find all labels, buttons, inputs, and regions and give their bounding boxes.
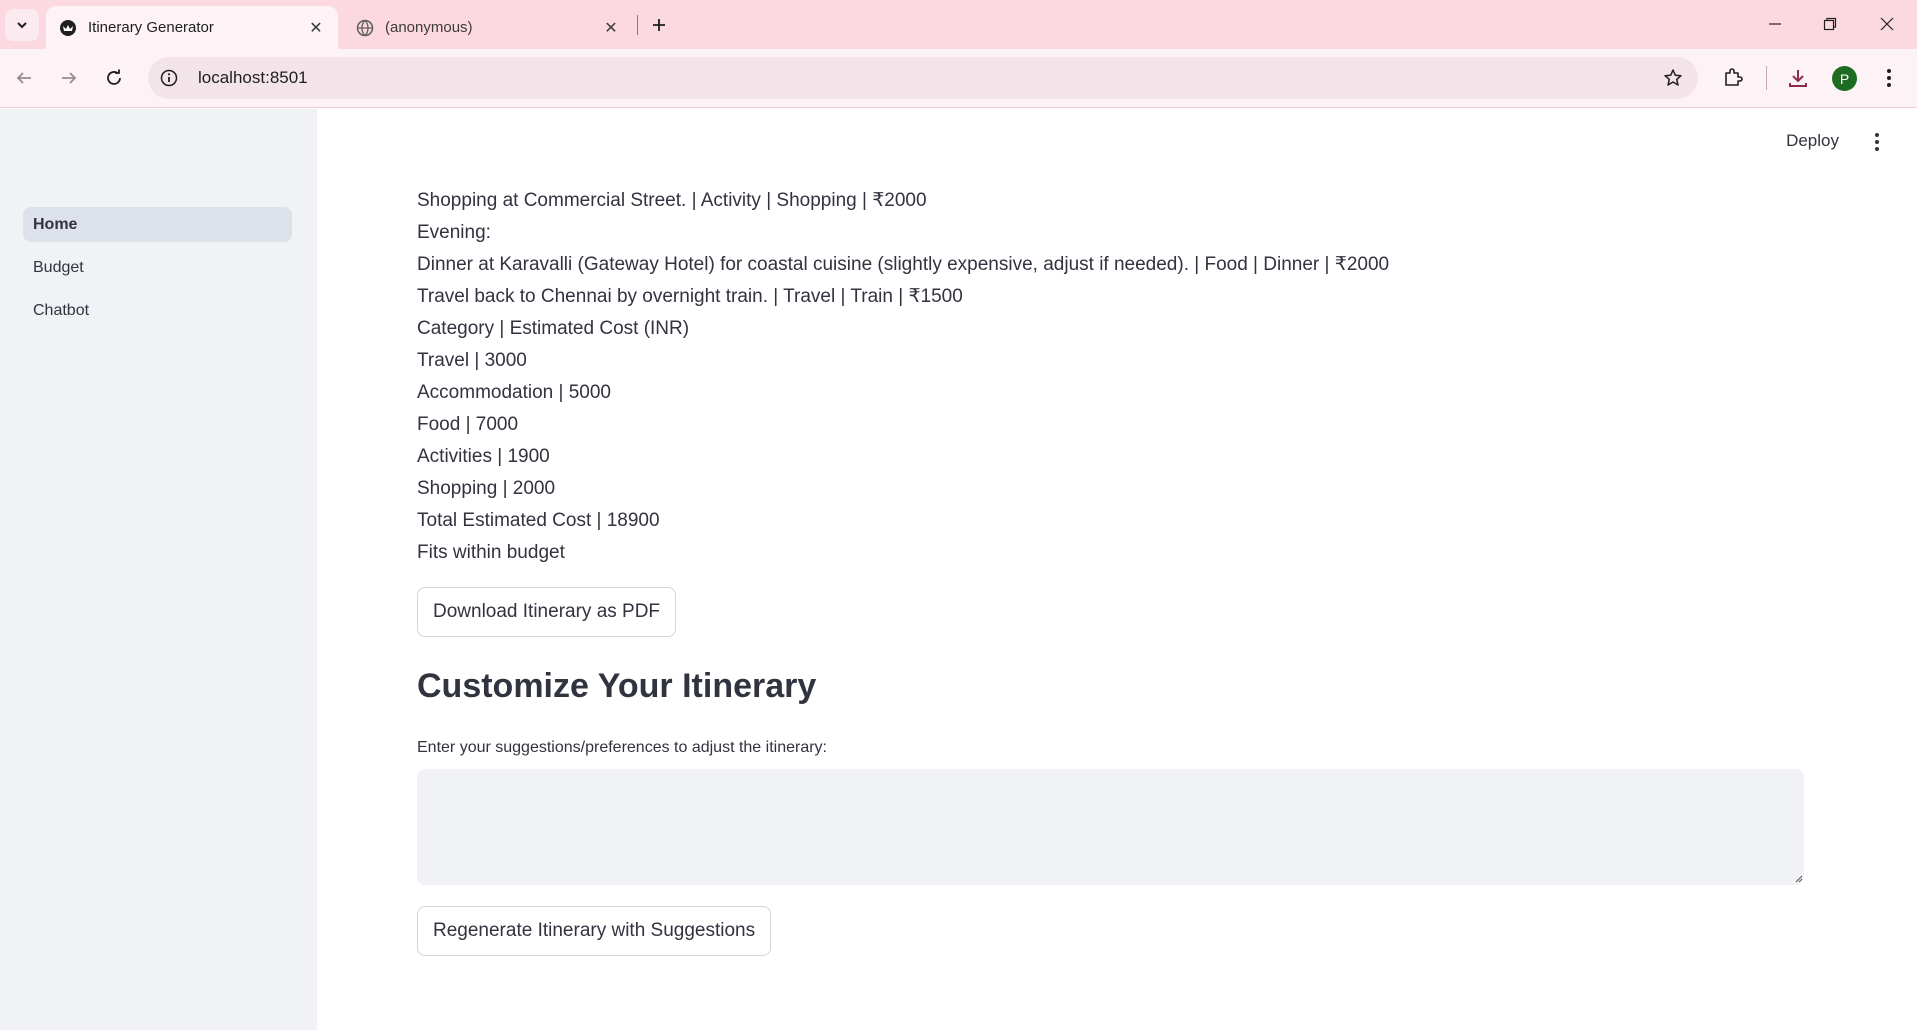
arrow-right-icon bbox=[62, 72, 77, 84]
close-tab-icon[interactable]: ✕ bbox=[599, 16, 623, 40]
extensions-button[interactable] bbox=[1716, 61, 1750, 95]
itinerary-line: Accommodation | 5000 bbox=[417, 382, 611, 403]
restore-button[interactable] bbox=[1807, 6, 1853, 42]
download-pdf-button[interactable]: Download Itinerary as PDF bbox=[417, 587, 677, 637]
tab-title: (anonymous) bbox=[385, 19, 473, 36]
tab-title: Itinerary Generator bbox=[88, 19, 214, 36]
itinerary-text: Shopping at Commercial Street. | Activit… bbox=[417, 185, 1817, 569]
sidebar-item-chatbot[interactable]: Chatbot bbox=[23, 293, 292, 328]
itinerary-line: Evening: bbox=[417, 222, 491, 243]
itinerary-line: Shopping | 2000 bbox=[417, 478, 556, 499]
bookmark-star-icon[interactable] bbox=[1660, 65, 1686, 91]
customize-heading: Customize Your Itinerary bbox=[417, 667, 817, 705]
globe-icon bbox=[355, 18, 375, 38]
more-vertical-icon bbox=[1887, 69, 1891, 87]
itinerary-line: Activities | 1900 bbox=[417, 446, 550, 467]
tab-anonymous[interactable]: (anonymous) ✕ bbox=[343, 6, 633, 49]
site-info-icon[interactable] bbox=[152, 61, 186, 95]
puzzle-icon bbox=[1725, 68, 1743, 86]
itinerary-line: Travel | 3000 bbox=[417, 350, 527, 371]
browser-menu-button[interactable] bbox=[1872, 61, 1906, 95]
itinerary-line: Food | 7000 bbox=[417, 414, 519, 435]
itinerary-line: Fits within budget bbox=[417, 542, 565, 563]
url-text: localhost:8501 bbox=[198, 68, 308, 87]
plus-icon bbox=[653, 19, 665, 31]
tab-separator bbox=[637, 15, 638, 35]
minimize-icon bbox=[1769, 23, 1781, 25]
back-button[interactable] bbox=[7, 61, 41, 95]
app-menu-button[interactable] bbox=[1865, 129, 1889, 155]
itinerary-line: Category | Estimated Cost (INR) bbox=[417, 318, 690, 339]
reload-button[interactable] bbox=[97, 61, 131, 95]
downloads-button[interactable] bbox=[1781, 61, 1815, 95]
itinerary-line: Total Estimated Cost | 18900 bbox=[417, 510, 660, 531]
itinerary-line: Dinner at Karavalli (Gateway Hotel) for … bbox=[417, 254, 1390, 275]
browser-toolbar: localhost:8501 P bbox=[0, 49, 1917, 108]
close-icon bbox=[1880, 17, 1894, 31]
new-tab-button[interactable] bbox=[645, 11, 673, 39]
streamlit-icon bbox=[58, 18, 78, 38]
close-tab-icon[interactable]: ✕ bbox=[304, 16, 328, 40]
forward-button[interactable] bbox=[52, 61, 86, 95]
suggestions-textarea[interactable] bbox=[417, 769, 1804, 885]
sidebar-item-home[interactable]: Home bbox=[23, 207, 292, 242]
close-window-button[interactable] bbox=[1864, 6, 1910, 42]
address-bar[interactable]: localhost:8501 bbox=[148, 57, 1698, 99]
itinerary-line: Shopping at Commercial Street. | Activit… bbox=[417, 190, 927, 211]
chevron-down-icon bbox=[17, 22, 27, 29]
tab-search-button[interactable] bbox=[5, 9, 39, 41]
sidebar-item-budget[interactable]: Budget bbox=[23, 250, 292, 285]
deploy-button[interactable]: Deploy bbox=[1778, 127, 1847, 155]
resize-handle-icon[interactable] bbox=[1793, 873, 1803, 883]
suggestions-label: Enter your suggestions/preferences to ad… bbox=[417, 739, 827, 756]
browser-tab-bar: Itinerary Generator ✕ (anonymous) ✕ bbox=[0, 0, 1917, 49]
app-sidebar: Home Budget Chatbot bbox=[0, 109, 317, 1030]
more-vertical-icon bbox=[1875, 133, 1879, 151]
arrow-left-icon bbox=[16, 72, 31, 84]
main-content: Deploy Shopping at Commercial Street. | … bbox=[317, 109, 1917, 1030]
itinerary-line: Travel back to Chennai by overnight trai… bbox=[417, 286, 963, 307]
tab-itinerary-generator[interactable]: Itinerary Generator ✕ bbox=[46, 6, 338, 49]
reload-icon bbox=[107, 69, 121, 85]
download-icon bbox=[1789, 70, 1807, 87]
regenerate-button[interactable]: Regenerate Itinerary with Suggestions bbox=[417, 906, 772, 956]
toolbar-separator bbox=[1766, 66, 1767, 90]
profile-avatar[interactable]: P bbox=[1832, 66, 1857, 91]
restore-icon bbox=[1823, 17, 1837, 31]
minimize-button[interactable] bbox=[1752, 6, 1798, 42]
